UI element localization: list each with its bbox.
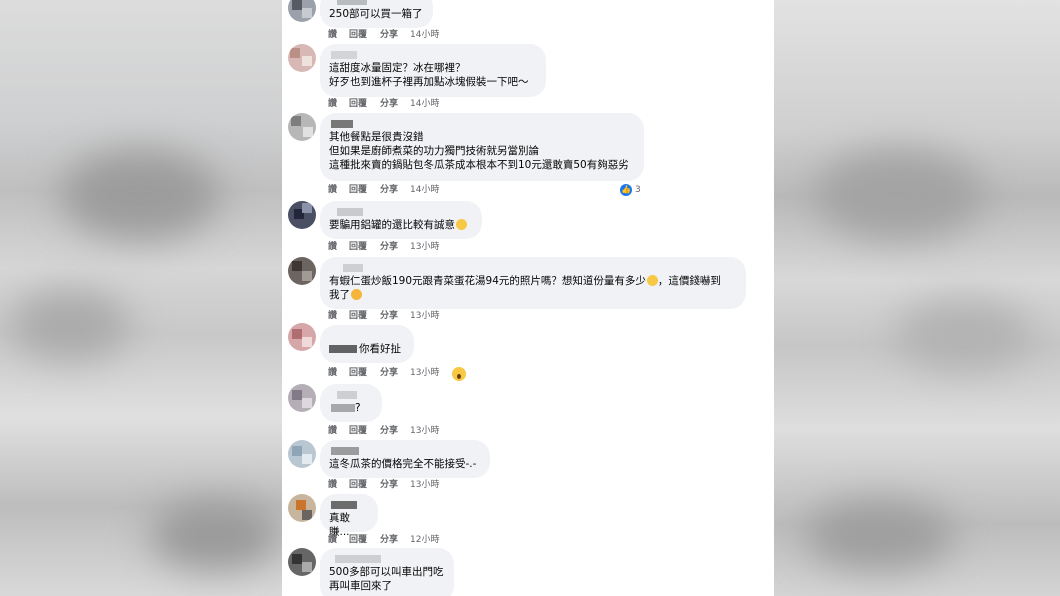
reply-link[interactable]: 回覆 [349,479,367,491]
unamused-emoji-icon [456,219,467,230]
avatar[interactable] [288,384,316,412]
comment-text: ? [355,402,361,414]
reaction-count[interactable]: 👍 3 [620,184,641,196]
timestamp[interactable]: 14小時 [410,29,439,41]
comment-bubble: 真敢賺... [320,494,378,538]
timestamp[interactable]: 13小時 [410,479,439,491]
like-icon: 👍 [620,184,632,196]
like-link[interactable]: 讚 [328,98,337,110]
like-link[interactable]: 讚 [328,479,337,491]
comment-text: 要騙用鋁罐的還比較有誠意 [329,219,455,231]
screaming-emoji-icon [351,289,362,300]
avatar[interactable] [288,0,316,22]
blurred-background-right [774,0,1060,596]
avatar[interactable] [288,44,316,72]
comment-text: 有蝦仁蛋炒飯190元跟青菜蛋花湯94元的照片嗎？想知道份量有多少 [329,275,646,287]
reply-link[interactable]: 回覆 [349,367,367,379]
tagged-user-name[interactable] [329,345,357,353]
reaction-count[interactable] [452,367,466,381]
commenter-name[interactable] [329,206,472,218]
like-link[interactable]: 讚 [328,310,337,322]
share-link[interactable]: 分享 [380,29,398,41]
comment-text-row: 你看好扯 [329,342,404,356]
reply-link[interactable]: 回覆 [349,184,367,196]
reply-link[interactable]: 回覆 [349,310,367,322]
comment-text: 這甜度冰量固定？冰在哪裡？ 好歹也到進杯子裡再加點冰塊假裝一下吧～ [329,62,529,88]
timestamp[interactable]: 13小時 [410,241,439,253]
reply-link[interactable]: 回覆 [349,29,367,41]
avatar[interactable] [288,201,316,229]
comment-text: 你看好扯 [359,343,401,355]
timestamp[interactable]: 14小時 [410,98,439,110]
commenter-name[interactable] [329,0,423,7]
share-link[interactable]: 分享 [380,184,398,196]
share-link[interactable]: 分享 [380,98,398,110]
commenter-name[interactable] [329,445,480,457]
comment-text: 500多部可以叫車出門吃 再叫車回來了 [329,566,444,592]
comment-text-row: 要騙用鋁罐的還比較有誠意 [329,218,472,232]
timestamp[interactable]: 13小時 [410,367,439,379]
avatar[interactable] [288,323,316,351]
tagged-user-name[interactable] [331,404,355,412]
commenter-name[interactable] [329,553,444,565]
like-link[interactable]: 讚 [328,184,337,196]
commenter-name[interactable] [329,330,404,342]
like-link[interactable]: 讚 [328,367,337,379]
comment-bubble: 這冬瓜茶的價格完全不能接受-.- [320,440,490,478]
comment-bubble: ? [320,384,382,422]
like-link[interactable]: 讚 [328,241,337,253]
comment-text: 這冬瓜茶的價格完全不能接受-.- [329,458,477,470]
wow-reaction-icon [452,367,466,381]
reply-link[interactable]: 回覆 [349,534,367,546]
comment-bubble: 250部可以買一箱了 [320,0,433,28]
comment-text-row: ? [329,401,372,415]
comment-bubble: 你看好扯 [320,325,414,363]
timestamp[interactable]: 13小時 [410,310,439,322]
like-link[interactable]: 讚 [328,534,337,546]
comment-text: 250部可以買一箱了 [329,8,423,20]
comment-bubble: 這甜度冰量固定？冰在哪裡？ 好歹也到進杯子裡再加點冰塊假裝一下吧～ [320,44,546,97]
share-link[interactable]: 分享 [380,425,398,437]
avatar[interactable] [288,113,316,141]
commenter-name[interactable] [329,499,368,511]
comment-bubble: 其他餐點是很貴沒錯 但如果是廚師煮菜的功力獨門技術就另當別論 這種批來賣的鍋貼包… [320,113,644,181]
avatar[interactable] [288,257,316,285]
reply-link[interactable]: 回覆 [349,425,367,437]
like-count: 3 [635,185,641,195]
comment-text: 其他餐點是很貴沒錯 但如果是廚師煮菜的功力獨門技術就另當別論 這種批來賣的鍋貼包… [329,131,629,171]
like-link[interactable]: 讚 [328,425,337,437]
commenter-name[interactable] [329,49,536,61]
comment-text-row: 有蝦仁蛋炒飯190元跟青菜蛋花湯94元的照片嗎？想知道份量有多少 ，這價錢嚇到 我… [329,274,736,302]
avatar[interactable] [288,440,316,468]
comment-thread: 250部可以買一箱了 讚 回覆 分享 14小時 這甜度冰量固定？冰在哪裡？ 好歹… [282,0,774,596]
avatar[interactable] [288,548,316,576]
share-link[interactable]: 分享 [380,310,398,322]
commenter-name[interactable] [329,262,736,274]
share-link[interactable]: 分享 [380,367,398,379]
timestamp[interactable]: 14小時 [410,184,439,196]
share-link[interactable]: 分享 [380,479,398,491]
share-link[interactable]: 分享 [380,241,398,253]
comment-bubble: 有蝦仁蛋炒飯190元跟青菜蛋花湯94元的照片嗎？想知道份量有多少 ，這價錢嚇到 我… [320,257,746,309]
timestamp[interactable]: 13小時 [410,425,439,437]
commenter-name[interactable] [329,118,634,130]
timestamp[interactable]: 12小時 [410,534,439,546]
like-link[interactable]: 讚 [328,29,337,41]
comment-bubble: 要騙用鋁罐的還比較有誠意 [320,201,482,239]
comment-bubble: 500多部可以叫車出門吃 再叫車回來了 [320,548,454,596]
share-link[interactable]: 分享 [380,534,398,546]
commenter-name[interactable] [329,389,372,401]
avatar[interactable] [288,494,316,522]
blurred-background-left [0,0,282,596]
reply-link[interactable]: 回覆 [349,241,367,253]
reply-link[interactable]: 回覆 [349,98,367,110]
thinking-emoji-icon [646,275,658,286]
